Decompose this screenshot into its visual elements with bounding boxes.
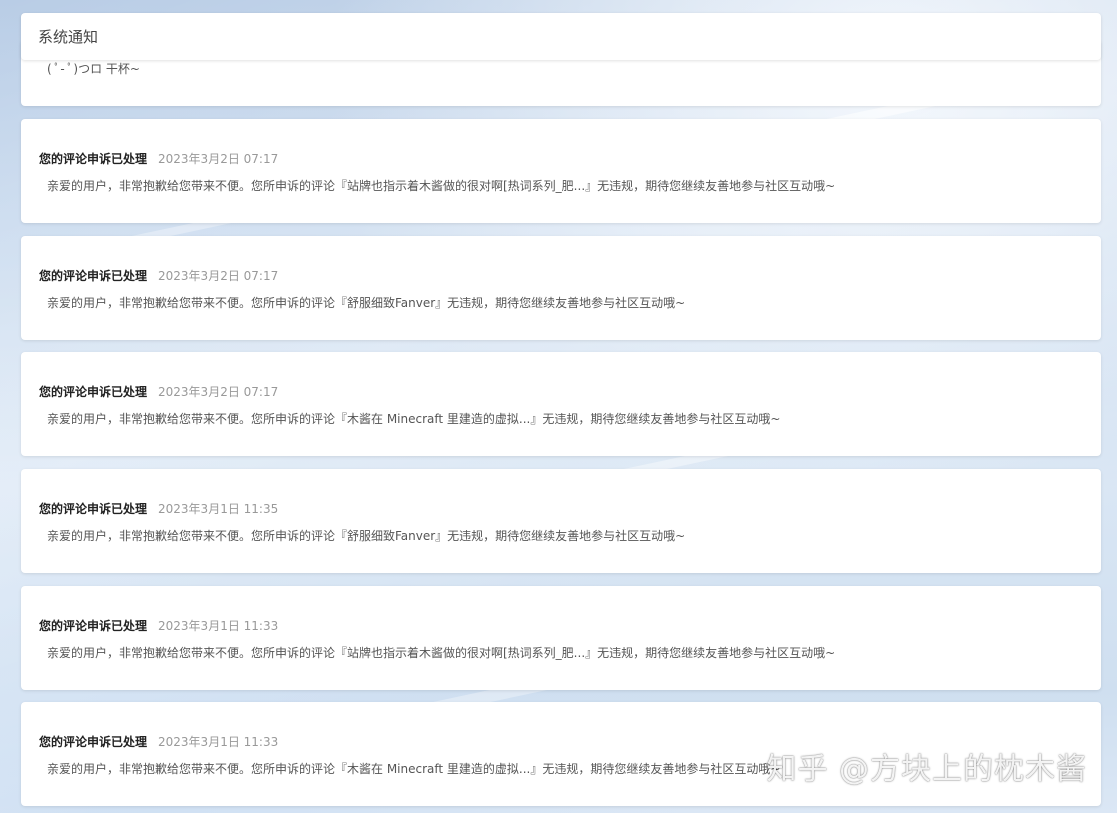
notification-body: 亲爱的用户，非常抱歉给您带来不便。您所申诉的评论『木酱在 Minecraft 里… <box>47 412 781 426</box>
page-header: 系统通知 <box>21 13 1101 60</box>
notification-body: 亲爱的用户，非常抱歉给您带来不便。您所申诉的评论『木酱在 Minecraft 里… <box>47 762 781 776</box>
notification-card[interactable]: 您的评论申诉已处理 2023年3月1日 11:33 亲爱的用户，非常抱歉给您带来… <box>21 586 1101 690</box>
notification-header: 您的评论申诉已处理 2023年3月2日 07:17 <box>39 150 278 167</box>
notification-body: ( ﾟ- ﾟ)つロ 干杯~ <box>47 62 140 76</box>
notification-time: 2023年3月2日 07:17 <box>158 269 279 283</box>
notification-card[interactable]: 您的评论申诉已处理 2023年3月2日 07:17 亲爱的用户，非常抱歉给您带来… <box>21 119 1101 223</box>
page-title: 系统通知 <box>38 28 99 46</box>
notification-title: 您的评论申诉已处理 <box>39 502 148 516</box>
notification-header: 您的评论申诉已处理 2023年3月2日 07:17 <box>39 383 278 400</box>
notification-time: 2023年3月1日 11:35 <box>158 502 279 516</box>
watermark-text: 知乎 @方块上的枕木酱 <box>766 752 1087 787</box>
notification-header: 您的评论申诉已处理 2023年3月1日 11:33 <box>39 617 278 634</box>
notification-body: 亲爱的用户，非常抱歉给您带来不便。您所申诉的评论『舒服细致Fanver』无违规，… <box>47 296 686 310</box>
notification-card[interactable]: 您的评论申诉已处理 2023年3月2日 07:17 亲爱的用户，非常抱歉给您带来… <box>21 352 1101 456</box>
notification-header: 您的评论申诉已处理 2023年3月1日 11:35 <box>39 500 278 517</box>
notification-header: 您的评论申诉已处理 2023年3月2日 07:17 <box>39 267 278 284</box>
notification-title: 您的评论申诉已处理 <box>39 269 148 283</box>
notification-title: 您的评论申诉已处理 <box>39 385 148 399</box>
notification-body: 亲爱的用户，非常抱歉给您带来不便。您所申诉的评论『舒服细致Fanver』无违规，… <box>47 529 686 543</box>
notification-title: 您的评论申诉已处理 <box>39 735 148 749</box>
notification-body: 亲爱的用户，非常抱歉给您带来不便。您所申诉的评论『站牌也指示着木酱做的很对啊[热… <box>47 646 836 660</box>
notification-card[interactable]: 您的评论申诉已处理 2023年3月2日 07:17 亲爱的用户，非常抱歉给您带来… <box>21 236 1101 340</box>
notification-title: 您的评论申诉已处理 <box>39 619 148 633</box>
notification-body: 亲爱的用户，非常抱歉给您带来不便。您所申诉的评论『站牌也指示着木酱做的很对啊[热… <box>47 179 836 193</box>
notification-card[interactable]: 您的评论申诉已处理 2023年3月1日 11:35 亲爱的用户，非常抱歉给您带来… <box>21 469 1101 573</box>
notification-time: 2023年3月2日 07:17 <box>158 152 279 166</box>
notification-title: 您的评论申诉已处理 <box>39 152 148 166</box>
notification-header: 您的评论申诉已处理 2023年3月1日 11:33 <box>39 733 278 750</box>
notification-time: 2023年3月2日 07:17 <box>158 385 279 399</box>
notification-time: 2023年3月1日 11:33 <box>158 735 279 749</box>
notification-time: 2023年3月1日 11:33 <box>158 619 279 633</box>
